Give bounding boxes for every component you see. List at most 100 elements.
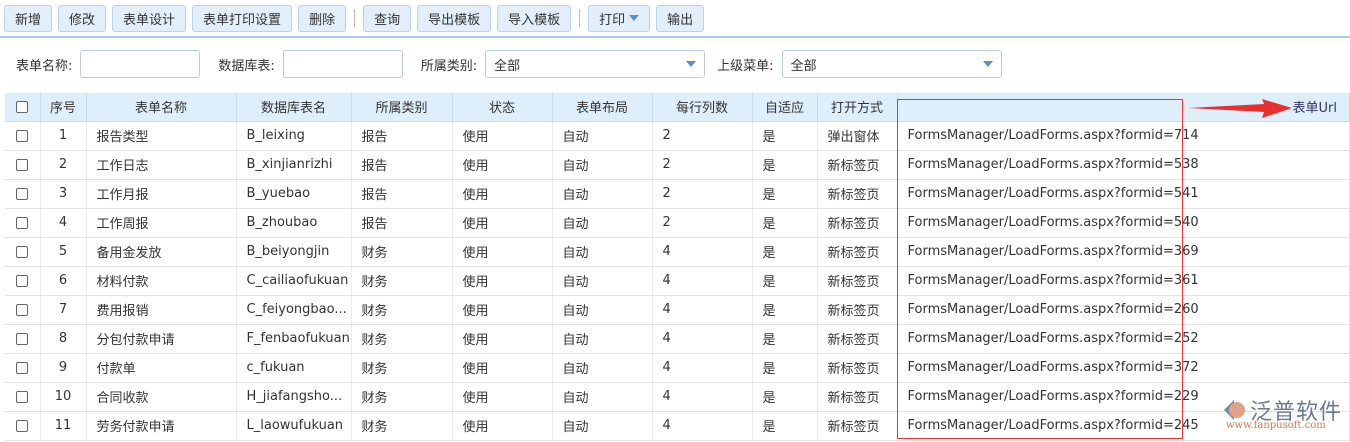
row-checkbox[interactable] [16, 129, 29, 142]
header-layout[interactable]: 表单布局 [552, 93, 653, 122]
table-row[interactable]: 2 工作日志 B_xinjianrizhi 报告 使用 自动 2 是新标签页 FormsMana… [5, 150, 1350, 180]
cell-seq: 4 [40, 208, 87, 238]
cell-db-table: C_cailiaofukuan [236, 266, 352, 296]
cell-form-url: FormsManager/LoadForms.aspx?formid=361 [897, 266, 1350, 296]
form-design-button[interactable]: 表单设计 [112, 4, 187, 32]
cell-seq: 9 [40, 353, 87, 383]
category-select[interactable]: 全部 [485, 50, 706, 78]
row-checkbox-cell [5, 411, 41, 441]
cell-form-url: FormsManager/LoadForms.aspx?formid=540 [897, 208, 1350, 238]
cell-layout: 自动 [552, 237, 653, 267]
form-name-input[interactable] [80, 50, 201, 78]
row-checkbox[interactable] [16, 274, 29, 287]
cell-status: 使用 [452, 266, 553, 296]
cell-cols-per-row: 4 [652, 324, 753, 354]
cell-open-mode: 新标签页 [817, 237, 898, 267]
divider [354, 9, 356, 27]
table-row[interactable]: 3 工作月报 B_yuebao 报告 使用 自动 2 是新标签页 FormsManager/Lo… [5, 179, 1350, 209]
row-checkbox[interactable] [16, 332, 29, 345]
cell-form-name: 合同收款 [86, 382, 237, 412]
header-cols-per-row[interactable]: 每行列数 [652, 93, 753, 122]
table-row[interactable]: 7 费用报销 C_feiyongbao... 财务 使用 自动 4 是新标签页 FormsMan… [5, 295, 1350, 325]
table-row[interactable]: 5 备用金发放 B_beiyongjin 财务 使用 自动 4 是新标签页 FormsManag… [5, 237, 1350, 267]
cell-open-mode: 新标签页 [817, 150, 898, 180]
header-db-table[interactable]: 数据库表名 [236, 93, 352, 122]
query-button[interactable]: 查询 [363, 4, 412, 32]
cell-form-url: FormsManager/LoadForms.aspx?formid=714 [897, 121, 1350, 151]
db-table-input[interactable] [282, 50, 403, 78]
header-status[interactable]: 状态 [452, 93, 553, 122]
cell-status: 使用 [452, 295, 553, 325]
cell-status: 使用 [452, 411, 553, 441]
cell-form-name: 费用报销 [86, 295, 237, 325]
cell-form-url: FormsManager/LoadForms.aspx?formid=538 [897, 150, 1350, 180]
category-label: 所属类别: [420, 58, 478, 74]
category-value: 全部 [494, 58, 521, 74]
row-checkbox[interactable] [16, 303, 29, 316]
cell-seq: 5 [40, 237, 87, 267]
cell-cols-per-row: 2 [652, 121, 753, 151]
add-button[interactable]: 新增 [4, 4, 53, 32]
row-checkbox[interactable] [16, 390, 29, 403]
row-checkbox[interactable] [16, 216, 29, 229]
table-row[interactable]: 10 合同收款 H_jiafangsho... 财务 使用 自动 4 是新标签页 FormsMa… [5, 382, 1350, 412]
row-checkbox[interactable] [16, 187, 29, 200]
table-row[interactable]: 6 材料付款 C_cailiaofukuan 财务 使用 自动 4 是新标签页 FormsMan… [5, 266, 1350, 296]
cell-open-mode: 新标签页 [817, 411, 898, 441]
select-all-checkbox-cell [5, 93, 41, 122]
print-label: 打印 [599, 12, 626, 28]
cell-seq: 7 [40, 295, 87, 325]
row-checkbox[interactable] [16, 361, 29, 374]
import-template-button[interactable]: 导入模板 [497, 4, 572, 32]
cell-adaptive: 是 [752, 382, 818, 412]
logo-url: www.fanpusoft.com [1226, 420, 1326, 431]
cell-adaptive: 是 [752, 411, 818, 441]
cell-category: 财务 [351, 324, 453, 354]
table-header: 序号 表单名称 数据库表名 所属类别 状态 表单布局 每行列数 自适应 打开方式 表单Url [5, 93, 1350, 122]
cell-form-name: 工作月报 [86, 179, 237, 209]
row-checkbox[interactable] [16, 158, 29, 171]
cell-status: 使用 [452, 353, 553, 383]
row-checkbox[interactable] [16, 419, 29, 432]
row-checkbox-cell [5, 121, 41, 151]
row-checkbox[interactable] [16, 245, 29, 258]
cell-db-table: B_zhoubao [236, 208, 352, 238]
table-row[interactable]: 4 工作周报 B_zhoubao 报告 使用 自动 2 是新标签页 FormsManager/L… [5, 208, 1350, 238]
header-category[interactable]: 所属类别 [351, 93, 453, 122]
cell-adaptive: 是 [752, 121, 818, 151]
cell-form-name: 备用金发放 [86, 237, 237, 267]
table-row[interactable]: 8 分包付款申请 F_fenbaofukuan 财务 使用 自动 4 是新标签页 FormsMa… [5, 324, 1350, 354]
header-seq[interactable]: 序号 [40, 93, 87, 122]
cell-cols-per-row: 4 [652, 382, 753, 412]
row-checkbox-cell [5, 382, 41, 412]
cell-status: 使用 [452, 208, 553, 238]
output-button[interactable]: 输出 [656, 4, 705, 32]
header-open-mode[interactable]: 打开方式 [817, 93, 898, 122]
cell-seq: 3 [40, 179, 87, 209]
edit-button[interactable]: 修改 [58, 4, 107, 32]
select-all-checkbox[interactable] [16, 100, 29, 113]
header-adaptive[interactable]: 自适应 [752, 93, 818, 122]
parent-menu-select[interactable]: 全部 [781, 50, 1002, 78]
print-settings-button[interactable]: 表单打印设置 [192, 4, 293, 32]
table-row[interactable]: 11 劳务付款申请 L_laowufukuan 财务 使用 自动 4 是新标签页 FormsMa… [5, 411, 1350, 441]
logo-icon [1224, 400, 1245, 420]
cell-layout: 自动 [552, 295, 653, 325]
parent-menu-label: 上级菜单: [717, 58, 774, 74]
chevron-down-icon [686, 61, 697, 67]
export-template-button[interactable]: 导出模板 [417, 4, 492, 32]
cell-db-table: L_laowufukuan [236, 411, 352, 441]
header-form-name[interactable]: 表单名称 [86, 93, 237, 122]
table-row[interactable]: 1 报告类型 B_leixing 报告 使用 自动 2 是弹出窗体 FormsManager/L… [5, 121, 1350, 151]
red-arrow-annotation [1188, 99, 1292, 118]
cell-cols-per-row: 4 [652, 295, 753, 325]
table-row[interactable]: 9 付款单 c_fukuan 财务 使用 自动 4 是新标签页 FormsManager/Loa… [5, 353, 1350, 383]
cell-status: 使用 [452, 382, 553, 412]
divider [579, 9, 581, 27]
cell-seq: 6 [40, 266, 87, 296]
chevron-down-icon [982, 61, 993, 67]
print-button[interactable]: 打印 [588, 4, 651, 32]
cell-db-table: B_xinjianrizhi [236, 150, 352, 180]
row-checkbox-cell [5, 295, 41, 325]
delete-button[interactable]: 删除 [298, 4, 347, 32]
